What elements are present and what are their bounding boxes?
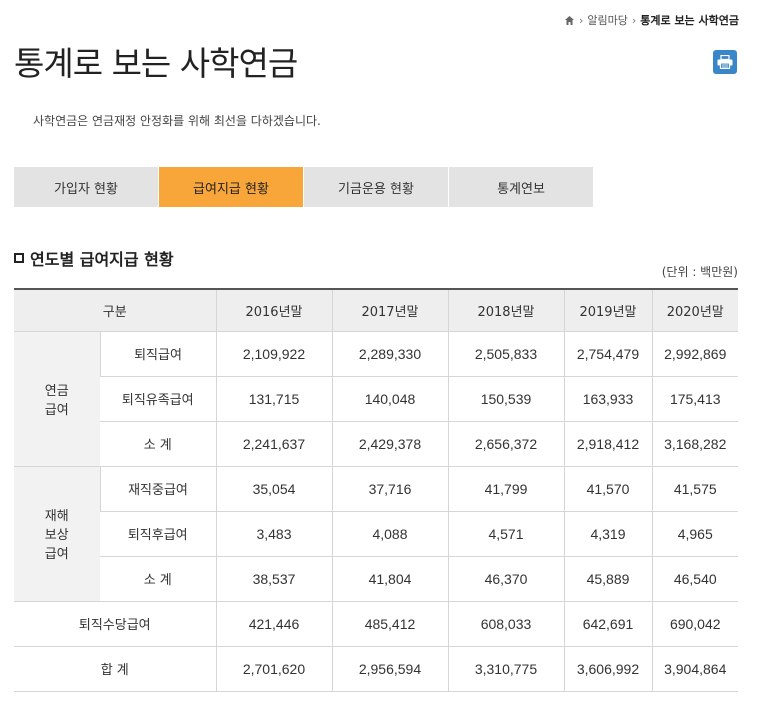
table-cell: 2,992,869 <box>651 331 738 377</box>
table-cell: 37,716 <box>331 466 448 512</box>
page-subtitle: 사학연금은 연금재정 안정화를 위해 최선을 다하겠습니다. <box>33 114 321 128</box>
table-cell: 2,429,378 <box>331 421 448 467</box>
table-row: 퇴직후급여 3,483 4,088 4,571 4,319 4,965 <box>14 511 738 557</box>
table-row: 퇴직유족급여 131,715 140,048 150,539 163,933 1… <box>14 376 738 422</box>
table-row-subtotal: 소 계 2,241,637 2,429,378 2,656,372 2,918,… <box>14 421 738 467</box>
table-row: 퇴직수당급여 421,446 485,412 608,033 642,691 6… <box>14 601 738 647</box>
section-heading: 연도별 급여지급 현황 <box>14 246 174 270</box>
row-label: 퇴직유족급여 <box>100 376 216 422</box>
column-header-year: 2020년말 <box>651 288 738 332</box>
table-cell: 4,319 <box>563 511 652 557</box>
table-cell: 2,656,372 <box>447 421 564 467</box>
table-cell: 46,370 <box>447 556 564 602</box>
table-cell: 2,109,922 <box>215 331 332 377</box>
table-cell: 3,168,282 <box>651 421 738 467</box>
row-label: 소 계 <box>100 556 216 602</box>
table-cell: 3,483 <box>215 511 332 557</box>
table-cell: 4,965 <box>651 511 738 557</box>
chevron-right-icon: › <box>631 13 637 27</box>
column-header-year: 2019년말 <box>563 288 652 332</box>
tab-statistical-yearbook[interactable]: 통계연보 <box>449 167 593 207</box>
tab-bar: 가입자 현황 급여지급 현황 기금운용 현황 통계연보 <box>14 167 593 207</box>
table-cell: 485,412 <box>331 601 448 647</box>
breadcrumb: › 알림마당 › 통계로 보는 사학연금 <box>564 12 739 28</box>
table-cell: 4,088 <box>331 511 448 557</box>
table-cell: 690,042 <box>651 601 738 647</box>
print-button[interactable] <box>713 50 737 74</box>
table-cell: 2,956,594 <box>331 646 448 692</box>
table-cell: 41,570 <box>563 466 652 512</box>
chevron-right-icon: › <box>578 13 584 27</box>
table-cell: 4,571 <box>447 511 564 557</box>
column-header-year: 2017년말 <box>331 288 448 332</box>
breadcrumb-current: 통계로 보는 사학연금 <box>640 14 739 27</box>
table-row-total: 합 계 2,701,620 2,956,594 3,310,775 3,606,… <box>14 646 738 692</box>
group-label-pension: 연금 급여 <box>14 331 100 467</box>
table-cell: 41,804 <box>331 556 448 602</box>
table-cell: 175,413 <box>651 376 738 422</box>
tab-benefit-payments[interactable]: 급여지급 현황 <box>159 167 303 207</box>
table-cell: 2,754,479 <box>563 331 652 377</box>
table-cell: 38,537 <box>215 556 332 602</box>
benefit-payments-table: 구분 2016년말 2017년말 2018년말 2019년말 2020년말 연금… <box>14 288 738 692</box>
row-label: 합 계 <box>14 646 216 692</box>
printer-icon <box>717 55 733 69</box>
table-cell: 3,310,775 <box>447 646 564 692</box>
table-cell: 3,904,864 <box>651 646 738 692</box>
table-row: 재해 보상 급여 재직중급여 35,054 37,716 41,799 41,5… <box>14 466 738 602</box>
table-row: 연금 급여 퇴직급여 2,109,922 2,289,330 2,505,833… <box>14 331 738 467</box>
table-cell: 140,048 <box>331 376 448 422</box>
row-label: 퇴직수당급여 <box>14 601 216 647</box>
table-cell: 421,446 <box>215 601 332 647</box>
page-title: 통계로 보는 사학연금 <box>14 44 298 83</box>
group-label-disaster-compensation: 재해 보상 급여 <box>14 466 100 602</box>
breadcrumb-item[interactable]: 알림마당 <box>587 12 627 28</box>
table-header-row: 구분 2016년말 2017년말 2018년말 2019년말 2020년말 <box>14 288 738 332</box>
section-title: 연도별 급여지급 현황 <box>30 250 174 269</box>
column-header-year: 2018년말 <box>447 288 564 332</box>
table-cell: 41,799 <box>447 466 564 512</box>
home-icon[interactable] <box>564 15 575 26</box>
row-label: 퇴직급여 <box>99 331 216 377</box>
table-cell: 2,505,833 <box>447 331 564 377</box>
table-cell: 131,715 <box>215 376 332 422</box>
table-cell: 41,575 <box>651 466 738 512</box>
table-cell: 46,540 <box>651 556 738 602</box>
table-cell: 150,539 <box>447 376 564 422</box>
tab-members[interactable]: 가입자 현황 <box>14 167 158 207</box>
table-cell: 2,241,637 <box>215 421 332 467</box>
unit-label: (단위 : 백만원) <box>661 265 738 279</box>
table-cell: 2,918,412 <box>563 421 652 467</box>
row-label: 퇴직후급여 <box>100 511 216 557</box>
table-cell: 2,701,620 <box>215 646 332 692</box>
column-header-category: 구분 <box>14 288 216 332</box>
row-label: 소 계 <box>100 421 216 467</box>
table-cell: 35,054 <box>215 466 332 512</box>
square-bullet-icon <box>14 253 24 263</box>
table-cell: 3,606,992 <box>563 646 652 692</box>
table-row-subtotal: 소 계 38,537 41,804 46,370 45,889 46,540 <box>14 556 738 602</box>
table-cell: 608,033 <box>447 601 564 647</box>
column-header-year: 2016년말 <box>215 288 332 332</box>
table-cell: 642,691 <box>563 601 652 647</box>
table-cell: 45,889 <box>563 556 652 602</box>
row-label: 재직중급여 <box>99 466 216 512</box>
table-cell: 163,933 <box>563 376 652 422</box>
table-cell: 2,289,330 <box>331 331 448 377</box>
tab-fund-management[interactable]: 기금운용 현황 <box>304 167 448 207</box>
